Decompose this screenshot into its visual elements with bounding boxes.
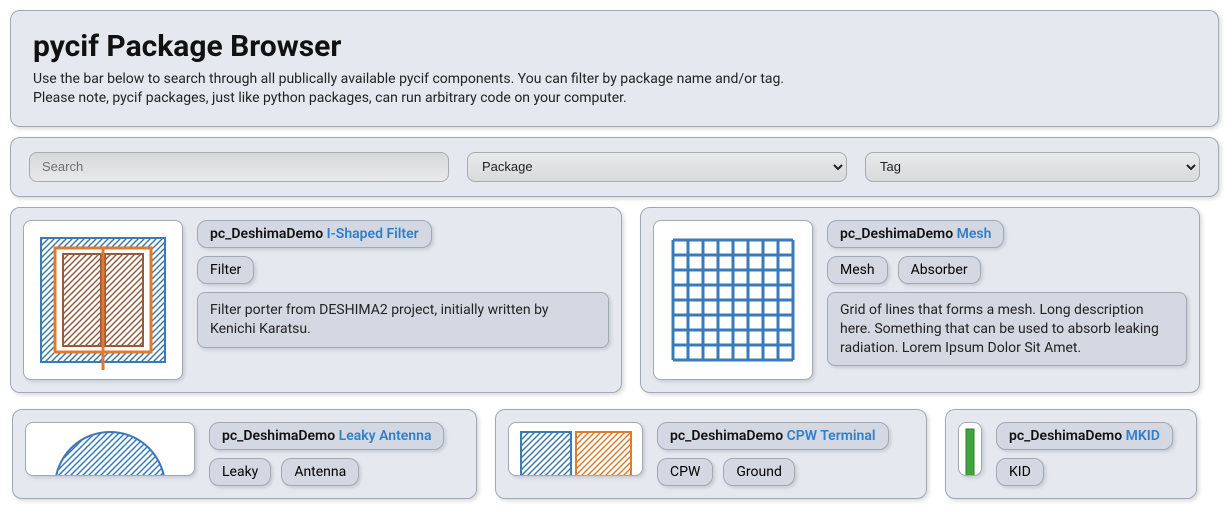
component-name: I-Shaped Filter bbox=[327, 226, 419, 242]
package-select[interactable]: Package bbox=[467, 152, 847, 182]
cards-row-2: pc_DeshimaDemo Leaky Antenna Leaky Anten… bbox=[0, 409, 1229, 499]
component-thumbnail bbox=[25, 422, 195, 476]
tag-pill[interactable]: Ground bbox=[723, 458, 794, 486]
search-panel: Package Tag bbox=[10, 137, 1219, 197]
page-description: Use the bar below to search through all … bbox=[33, 70, 1196, 108]
component-title-pill: pc_DeshimaDemo CPW Terminal bbox=[657, 422, 889, 450]
component-thumbnail bbox=[958, 422, 982, 476]
component-name: CPW Terminal bbox=[787, 428, 876, 444]
ishaped-filter-icon bbox=[33, 230, 173, 370]
header-panel: pycif Package Browser Use the bar below … bbox=[10, 10, 1219, 127]
card-body: pc_DeshimaDemo CPW Terminal CPW Ground bbox=[657, 422, 914, 486]
card-body: pc_DeshimaDemo I-Shaped Filter Filter Fi… bbox=[197, 220, 609, 380]
desc-line-1: Use the bar below to search through all … bbox=[33, 70, 1196, 89]
tag-pill[interactable]: KID bbox=[996, 458, 1044, 486]
tag-pill[interactable]: Leaky bbox=[209, 458, 271, 486]
package-name: pc_DeshimaDemo bbox=[670, 428, 783, 444]
page-title: pycif Package Browser bbox=[33, 29, 1196, 64]
component-name: Mesh bbox=[957, 226, 992, 242]
package-name: pc_DeshimaDemo bbox=[840, 226, 953, 242]
tag-pill[interactable]: Antenna bbox=[281, 458, 359, 486]
tag-pill[interactable]: Mesh bbox=[827, 256, 888, 284]
cards-row-1: pc_DeshimaDemo I-Shaped Filter Filter Fi… bbox=[0, 207, 1229, 393]
cpw-terminal-icon bbox=[516, 427, 636, 476]
component-card[interactable]: pc_DeshimaDemo CPW Terminal CPW Ground bbox=[495, 409, 927, 499]
component-name: MKID bbox=[1126, 428, 1160, 444]
package-name: pc_DeshimaDemo bbox=[210, 226, 323, 242]
component-title-pill: pc_DeshimaDemo I-Shaped Filter bbox=[197, 220, 432, 248]
tag-pill[interactable]: CPW bbox=[657, 458, 713, 486]
mkid-icon bbox=[960, 427, 980, 476]
component-card[interactable]: pc_DeshimaDemo Leaky Antenna Leaky Anten… bbox=[12, 409, 477, 499]
tag-select[interactable]: Tag bbox=[865, 152, 1200, 182]
component-thumbnail bbox=[508, 422, 643, 476]
component-title-pill: pc_DeshimaDemo Mesh bbox=[827, 220, 1004, 248]
component-title-pill: pc_DeshimaDemo Leaky Antenna bbox=[209, 422, 444, 450]
card-body: pc_DeshimaDemo Mesh Mesh Absorber Grid o… bbox=[827, 220, 1187, 380]
component-card[interactable]: pc_DeshimaDemo I-Shaped Filter Filter Fi… bbox=[10, 207, 622, 393]
package-name: pc_DeshimaDemo bbox=[1009, 428, 1122, 444]
component-thumbnail bbox=[23, 220, 183, 380]
tag-pill[interactable]: Filter bbox=[197, 256, 254, 284]
component-name: Leaky Antenna bbox=[339, 428, 432, 444]
component-title-pill: pc_DeshimaDemo MKID bbox=[996, 422, 1173, 450]
search-input[interactable] bbox=[29, 152, 449, 182]
card-body: pc_DeshimaDemo Leaky Antenna Leaky Anten… bbox=[209, 422, 464, 486]
component-description: Filter porter from DESHIMA2 project, ini… bbox=[197, 292, 609, 348]
component-card[interactable]: pc_DeshimaDemo MKID KID bbox=[945, 409, 1197, 499]
package-name: pc_DeshimaDemo bbox=[222, 428, 335, 444]
tag-pill[interactable]: Absorber bbox=[898, 256, 981, 284]
component-thumbnail bbox=[653, 220, 813, 380]
card-body: pc_DeshimaDemo MKID KID bbox=[996, 422, 1184, 486]
component-card[interactable]: pc_DeshimaDemo Mesh Mesh Absorber Grid o… bbox=[640, 207, 1200, 393]
component-description: Grid of lines that forms a mesh. Long de… bbox=[827, 292, 1187, 367]
leaky-antenna-icon bbox=[35, 427, 185, 476]
desc-line-2: Please note, pycif packages, just like p… bbox=[33, 89, 1196, 108]
mesh-icon bbox=[663, 230, 803, 370]
